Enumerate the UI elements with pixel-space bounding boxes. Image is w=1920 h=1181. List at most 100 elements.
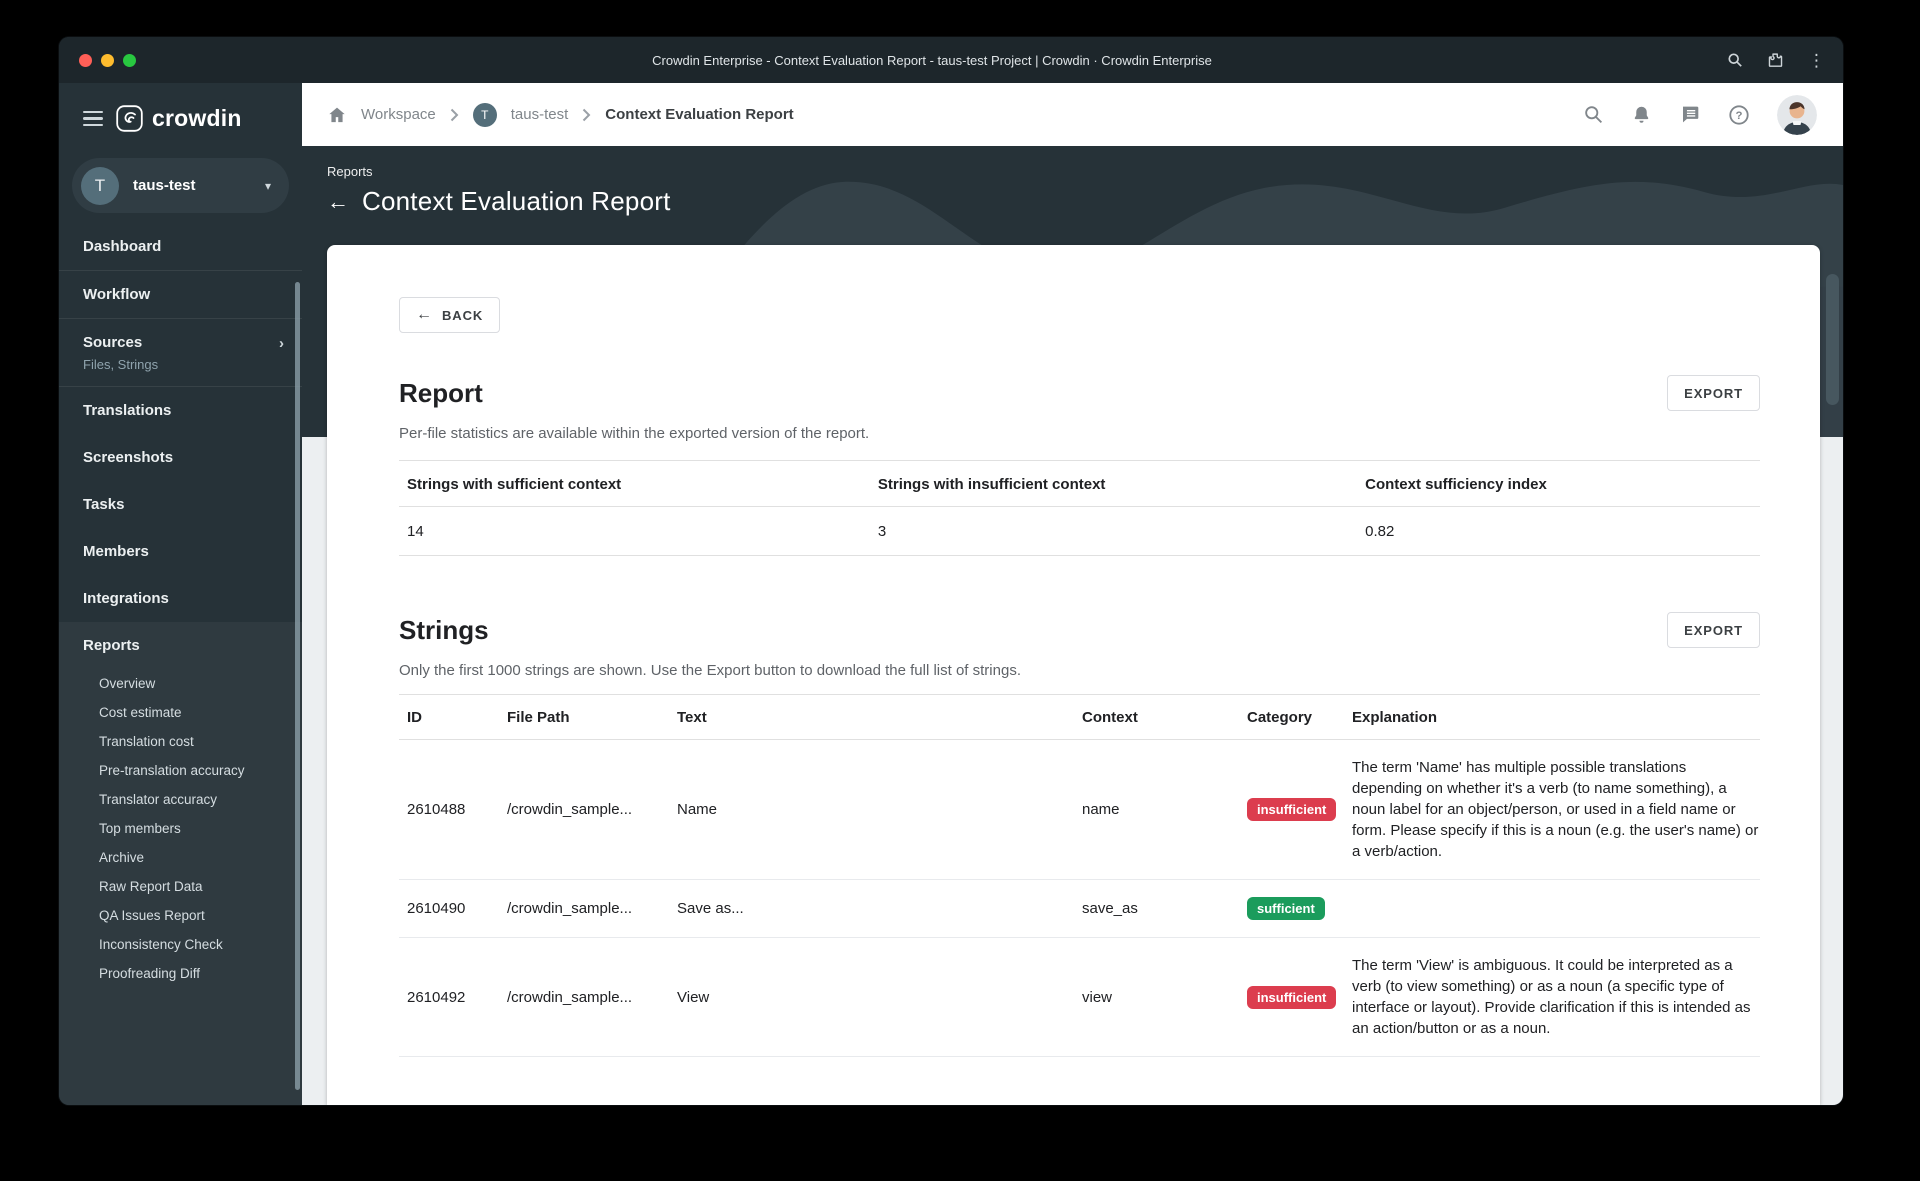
category-badge: insufficient [1247, 798, 1337, 821]
chat-icon[interactable] [1679, 104, 1701, 125]
sidebar-item-label: Integrations [83, 590, 169, 607]
report-card: ← BACK Report EXPORT Per-file statistics… [327, 245, 1820, 1105]
sidebar-section-reports: Reports Overview Cost estimate Translation… [59, 622, 302, 1105]
help-icon[interactable]: ? [1728, 104, 1750, 126]
stats-cell: 14 [407, 523, 424, 540]
table-row: 2610492 /crowdin_sample... View view ins… [399, 938, 1760, 1057]
cell-category: sufficient [1239, 880, 1344, 937]
project-name: taus-test [133, 177, 196, 194]
stats-cell: Context sufficiency index [1365, 476, 1547, 493]
minimize-window-button[interactable] [101, 53, 114, 67]
cell-text: Save as... [677, 900, 744, 917]
table-cell: Text [677, 709, 707, 726]
sidebar-item-members[interactable]: Members [59, 528, 302, 575]
hamburger-icon[interactable] [83, 110, 103, 127]
sidebar-item-translator-accuracy[interactable]: Translator accuracy [59, 785, 302, 814]
table-cell: Category [1247, 709, 1313, 726]
header-icons: ? [1583, 94, 1817, 135]
chevron-down-icon: ▾ [264, 178, 271, 193]
svg-text:?: ? [1736, 110, 1743, 122]
chevron-right-icon [583, 108, 591, 121]
search-icon[interactable] [1583, 104, 1604, 125]
cell-category: insufficient [1239, 969, 1344, 1026]
notifications-bell-icon[interactable] [1631, 104, 1652, 126]
sidebar-item-workflow[interactable]: Workflow [59, 271, 302, 318]
category-badge: sufficient [1247, 897, 1325, 920]
stats-cell: 0.82 [1365, 523, 1395, 540]
project-avatar: T [81, 166, 119, 205]
sidebar-item-tasks[interactable]: Tasks [59, 481, 302, 528]
page-eyebrow: Reports [327, 164, 373, 179]
back-arrow-icon: ← [416, 306, 432, 323]
sidebar-item-translation-cost[interactable]: Translation cost [59, 727, 302, 756]
sidebar-item-label: Sources [83, 334, 143, 351]
sidebar-reports-subnav: Overview Cost estimate Translation cost Pre… [59, 669, 302, 988]
cell-context: view [1082, 988, 1113, 1006]
sidebar-nav: Dashboard Workflow Sources › Files, Stri… [59, 223, 302, 622]
breadcrumb-workspace[interactable]: Workspace [361, 106, 436, 123]
table-header-row: ID File Path Text Context Category Explanatio… [399, 695, 1760, 740]
app-header: Workspace T taus-test Context Evaluation… [302, 83, 1843, 146]
breadcrumb-current-page: Context Evaluation Report [605, 106, 794, 123]
cell-explanation [1344, 892, 1760, 926]
stats-row: Strings with sufficient context Strings w… [399, 461, 1760, 507]
sidebar-item-overview[interactable]: Overview [59, 669, 302, 698]
cell-id: 2610488 [407, 801, 466, 818]
sidebar-item-raw-report-data[interactable]: Raw Report Data [59, 872, 302, 901]
browser-extensions-icon[interactable] [1767, 52, 1784, 69]
sidebar-item-cost-estimate[interactable]: Cost estimate [59, 698, 302, 727]
sidebar-item-screenshots[interactable]: Screenshots [59, 434, 302, 481]
browser-window: Crowdin Enterprise - Context Evaluation … [59, 37, 1843, 1105]
browser-menu-icon[interactable]: ⋮ [1808, 52, 1825, 69]
maximize-window-button[interactable] [123, 53, 136, 67]
sidebar-item-pre-translation-accuracy[interactable]: Pre-translation accuracy [59, 756, 302, 785]
sidebar-item-label: Dashboard [83, 238, 162, 255]
table-cell: Explanation [1352, 709, 1438, 726]
sidebar-scrollbar[interactable] [295, 282, 300, 1090]
strings-section-subtitle: Only the first 1000 strings are shown. U… [399, 662, 1021, 679]
crowdin-logo-icon [116, 105, 143, 132]
report-stats-table: Strings with sufficient context Strings w… [399, 460, 1760, 556]
report-export-button[interactable]: EXPORT [1667, 375, 1760, 411]
crowdin-logo-text: crowdin [152, 105, 242, 131]
content-scrollbar[interactable] [1826, 274, 1839, 405]
strings-table: ID File Path Text Context Category Explanatio… [399, 694, 1760, 1057]
sidebar-item-archive[interactable]: Archive [59, 843, 302, 872]
sidebar-item-sources[interactable]: Sources › [59, 319, 302, 366]
home-icon[interactable] [327, 105, 347, 125]
stats-cell: Strings with insufficient context [877, 476, 1106, 493]
sidebar: crowdin T taus-test ▾ Dashboard Workflow… [59, 83, 302, 1105]
sidebar-item-dashboard[interactable]: Dashboard [59, 223, 302, 270]
sidebar-item-label: Workflow [83, 286, 151, 303]
back-arrow-icon[interactable]: ← [327, 190, 349, 213]
sidebar-item-qa-issues-report[interactable]: QA Issues Report [59, 901, 302, 930]
stats-row: 14 3 0.82 [399, 507, 1760, 556]
cell-explanation: The term 'Name' has multiple possible tr… [1352, 759, 1759, 860]
browser-search-icon[interactable] [1727, 52, 1743, 68]
table-cell: ID [407, 709, 422, 726]
sidebar-item-label: Reports [83, 637, 140, 654]
cell-context: save_as [1082, 900, 1138, 917]
browser-toolbar-icons: ⋮ [1695, 52, 1825, 69]
sidebar-item-top-members[interactable]: Top members [59, 814, 302, 843]
sidebar-item-inconsistency-check[interactable]: Inconsistency Check [59, 930, 302, 959]
browser-tab-title: Crowdin Enterprise - Context Evaluation … [652, 52, 1212, 68]
sidebar-item-proofreading-diff[interactable]: Proofreading Diff [59, 959, 302, 988]
sidebar-item-translations[interactable]: Translations [59, 387, 302, 434]
sidebar-item-integrations[interactable]: Integrations [59, 575, 302, 622]
sidebar-item-label: Tasks [83, 496, 125, 513]
chevron-right-icon: › [279, 335, 284, 352]
project-selector[interactable]: T taus-test ▾ [72, 158, 289, 213]
sidebar-item-reports[interactable]: Reports [59, 622, 302, 669]
breadcrumb: Workspace T taus-test Context Evaluation… [327, 102, 794, 127]
report-section-title: Report [399, 377, 483, 408]
user-avatar[interactable] [1777, 94, 1817, 135]
crowdin-logo[interactable]: crowdin [116, 105, 242, 132]
breadcrumb-project[interactable]: taus-test [511, 106, 569, 123]
back-button[interactable]: ← BACK [399, 297, 501, 333]
table-cell: File Path [507, 709, 570, 726]
page-title: Context Evaluation Report [362, 186, 671, 216]
close-window-button[interactable] [79, 53, 92, 67]
category-badge: insufficient [1247, 985, 1337, 1009]
strings-export-button[interactable]: EXPORT [1667, 612, 1760, 648]
